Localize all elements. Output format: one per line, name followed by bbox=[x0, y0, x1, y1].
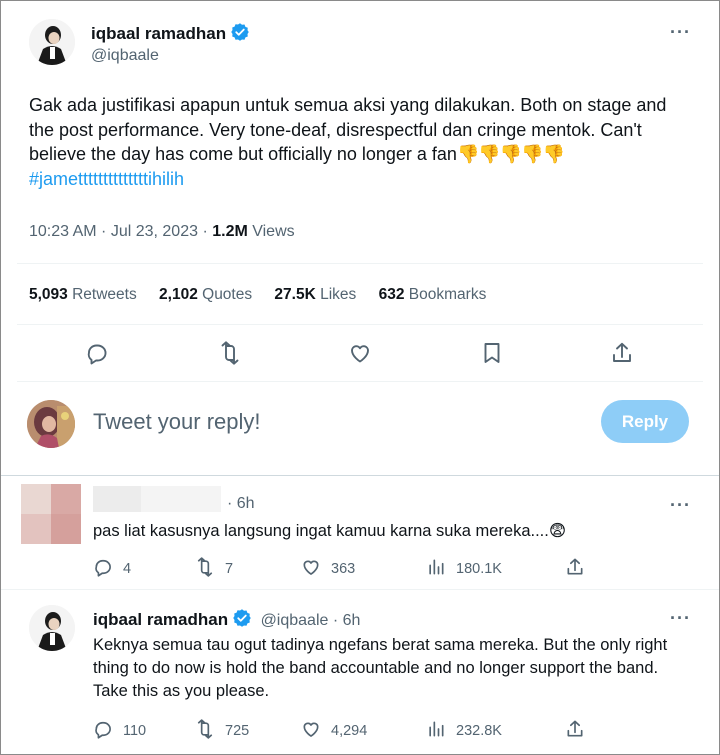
views-count: 1.2M bbox=[212, 223, 248, 240]
bookmark-icon bbox=[480, 343, 504, 369]
tweet-thread-panel: iqbaal ramadhan @iqbaale ··· Gak ada jus… bbox=[0, 0, 720, 755]
views-count: 180.1K bbox=[456, 561, 502, 577]
share-icon bbox=[565, 719, 585, 743]
quotes-count: 2,102 bbox=[159, 286, 198, 303]
retweet-button[interactable] bbox=[218, 341, 242, 370]
views-icon bbox=[426, 719, 446, 743]
like-icon bbox=[301, 557, 321, 581]
author-name[interactable]: iqbaal ramadhan bbox=[93, 610, 228, 629]
tweet-text-content: Gak ada justifikasi apapun untuk semua a… bbox=[29, 95, 667, 164]
hashtag-link[interactable]: #jamettttttttttttttihilih bbox=[29, 169, 184, 189]
author-avatar[interactable] bbox=[29, 19, 75, 65]
divider bbox=[17, 263, 703, 264]
like-icon bbox=[301, 719, 321, 743]
bookmarks-label: Bookmarks bbox=[404, 286, 487, 303]
retweets-stat[interactable]: 5,093 Retweets bbox=[29, 286, 137, 303]
author-name-row: iqbaal ramadhan @iqbaale · 6h bbox=[93, 608, 360, 633]
reply-count: 110 bbox=[123, 723, 147, 739]
more-icon[interactable]: ··· bbox=[670, 495, 691, 516]
reply-icon bbox=[93, 557, 113, 581]
like-count: 363 bbox=[331, 561, 356, 577]
verified-badge-icon bbox=[232, 608, 252, 633]
more-icon[interactable]: ··· bbox=[670, 608, 691, 629]
divider bbox=[1, 589, 719, 590]
quotes-stat[interactable]: 2,102 Quotes bbox=[159, 286, 252, 303]
author-handle[interactable]: @iqbaale bbox=[91, 47, 159, 65]
likes-count: 27.5K bbox=[274, 286, 316, 303]
author-name-row: iqbaal ramadhan bbox=[91, 22, 250, 47]
reply-button[interactable]: 4 bbox=[93, 557, 131, 581]
bookmarks-count: 632 bbox=[378, 286, 405, 303]
reply-time[interactable]: · 6h bbox=[227, 495, 255, 513]
reply-button[interactable] bbox=[85, 341, 109, 370]
author-handle[interactable]: @iqbaale · 6h bbox=[261, 612, 361, 629]
like-icon bbox=[348, 345, 372, 369]
like-button[interactable] bbox=[348, 341, 372, 370]
reply-input[interactable]: Tweet your reply! bbox=[93, 409, 261, 435]
quotes-label: Quotes bbox=[197, 286, 253, 303]
reply-submit-button[interactable]: Reply bbox=[601, 400, 689, 443]
thumbs-down-emoji: 👎👎👎👎👎 bbox=[456, 144, 565, 164]
share-icon bbox=[565, 557, 585, 581]
divider bbox=[17, 381, 703, 382]
retweet-button[interactable]: 725 bbox=[195, 719, 249, 743]
likes-label: Likes bbox=[315, 286, 357, 303]
divider bbox=[17, 324, 703, 325]
retweets-label: Retweets bbox=[67, 286, 137, 303]
retweet-icon bbox=[195, 557, 215, 581]
likes-stat[interactable]: 27.5K Likes bbox=[274, 286, 356, 303]
author-avatar[interactable] bbox=[29, 605, 75, 651]
reply-count: 4 bbox=[123, 561, 132, 577]
retweet-icon bbox=[195, 719, 215, 743]
reply-icon bbox=[85, 344, 109, 369]
fearful-face-emoji: 😨 bbox=[548, 522, 567, 540]
reply-text: pas liat kasusnya langsung ingat kamuu k… bbox=[93, 521, 566, 541]
views-button[interactable]: 232.8K bbox=[426, 719, 502, 743]
bookmarks-stat[interactable]: 632 Bookmarks bbox=[379, 286, 487, 303]
share-button[interactable] bbox=[565, 557, 585, 581]
reply-text: Keknya semua tau ogut tadinya ngefans be… bbox=[93, 636, 668, 700]
tweet-text: Gak ada justifikasi apapun untuk semua a… bbox=[29, 93, 669, 191]
retweet-button[interactable]: 7 bbox=[195, 557, 233, 581]
share-button[interactable] bbox=[610, 341, 634, 370]
user-avatar[interactable] bbox=[27, 400, 75, 448]
verified-badge-icon bbox=[230, 22, 250, 47]
retweet-count: 7 bbox=[225, 561, 234, 577]
share-icon bbox=[610, 342, 634, 369]
like-button[interactable]: 363 bbox=[301, 557, 355, 581]
reply-icon bbox=[93, 719, 113, 743]
tweet-stats: 5,093 Retweets 2,102 Quotes 27.5K Likes … bbox=[29, 286, 504, 304]
tweet-meta: 10:23 AM · Jul 23, 2023 · 1.2M Views bbox=[29, 223, 295, 241]
views-button[interactable]: 180.1K bbox=[426, 557, 502, 581]
bookmark-button[interactable] bbox=[480, 341, 504, 370]
reply-text-content: pas liat kasusnya langsung ingat kamuu k… bbox=[93, 522, 549, 540]
more-icon[interactable]: ··· bbox=[670, 22, 691, 43]
retweet-count: 725 bbox=[225, 723, 250, 739]
retweet-icon bbox=[218, 341, 242, 369]
retweets-count: 5,093 bbox=[29, 286, 68, 303]
reply-button[interactable]: 110 bbox=[93, 719, 146, 743]
tweet-time[interactable]: 10:23 AM · Jul 23, 2023 · bbox=[29, 223, 212, 240]
like-count: 4,294 bbox=[331, 723, 368, 739]
like-button[interactable]: 4,294 bbox=[301, 719, 367, 743]
divider bbox=[1, 475, 719, 476]
share-button[interactable] bbox=[565, 719, 585, 743]
author-name[interactable]: iqbaal ramadhan bbox=[91, 24, 226, 43]
views-icon bbox=[426, 557, 446, 581]
views-count: 232.8K bbox=[456, 723, 502, 739]
views-label: Views bbox=[247, 223, 295, 240]
